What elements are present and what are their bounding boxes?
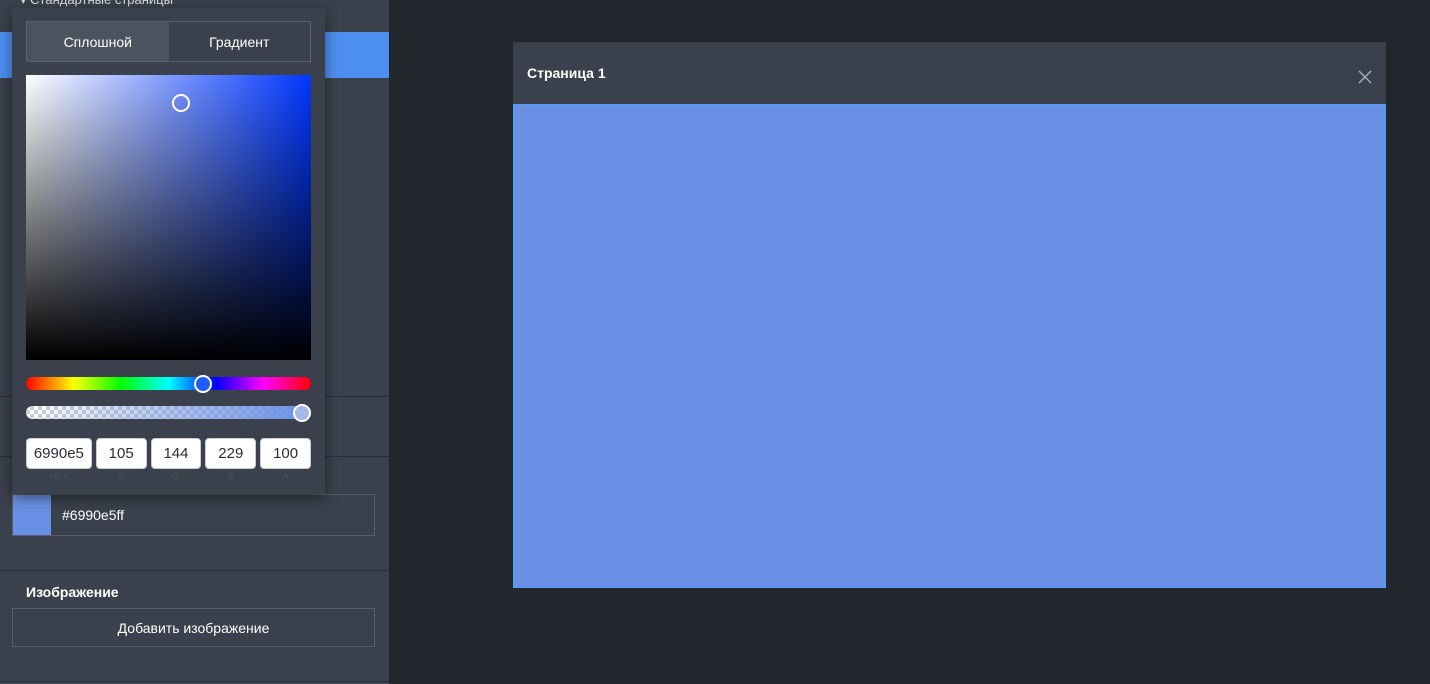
- hue-slider[interactable]: [26, 375, 311, 393]
- close-icon[interactable]: [1358, 70, 1372, 84]
- page-title: Страница 1: [527, 65, 606, 81]
- page-preview: Страница 1: [513, 42, 1386, 588]
- red-input[interactable]: [95, 438, 147, 469]
- alpha-field-group: A: [260, 438, 311, 481]
- image-section-title: Изображение: [26, 584, 119, 600]
- blue-caption: B: [227, 471, 234, 481]
- tab-solid[interactable]: Сплошной: [27, 22, 169, 61]
- section-heading[interactable]: ▾ Стандартные страницы: [20, 0, 173, 8]
- hue-slider-handle[interactable]: [194, 375, 212, 393]
- alpha-slider-handle[interactable]: [293, 404, 311, 422]
- color-swatch[interactable]: [13, 495, 51, 535]
- green-field-group: G: [150, 438, 202, 481]
- green-input[interactable]: [150, 438, 202, 469]
- divider: [0, 570, 389, 571]
- divider: [0, 681, 389, 682]
- red-field-group: R: [95, 438, 147, 481]
- tab-gradient[interactable]: Градиент: [169, 22, 311, 61]
- hex-field-group: HEX: [26, 438, 92, 481]
- blue-input[interactable]: [205, 438, 257, 469]
- alpha-caption: A: [282, 471, 289, 481]
- alpha-input[interactable]: [260, 438, 311, 469]
- green-caption: G: [172, 471, 180, 481]
- color-value-fields: HEX R G B A: [26, 438, 311, 481]
- fill-color-field[interactable]: #6990e5ff: [12, 494, 375, 536]
- preview-header: Страница 1: [513, 42, 1386, 104]
- hex-input[interactable]: [26, 438, 92, 469]
- saturation-value-area[interactable]: [26, 75, 311, 360]
- color-picker-popup: Сплошной Градиент HEX R G B A: [12, 8, 325, 494]
- page-canvas[interactable]: [513, 104, 1386, 588]
- add-image-button[interactable]: Добавить изображение: [12, 608, 375, 647]
- blue-field-group: B: [205, 438, 257, 481]
- alpha-slider[interactable]: [26, 404, 311, 422]
- alpha-gradient: [26, 406, 311, 419]
- fill-color-value: #6990e5ff: [62, 507, 125, 523]
- red-caption: R: [117, 471, 125, 481]
- hex-caption: HEX: [49, 471, 69, 481]
- saturation-value-handle[interactable]: [172, 94, 190, 112]
- fill-type-tabs: Сплошной Градиент: [26, 21, 311, 62]
